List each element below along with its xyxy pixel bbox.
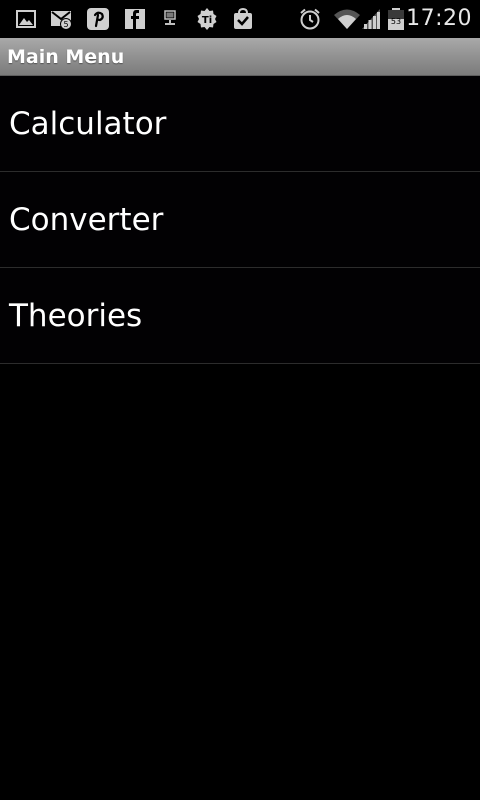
main-menu-list: Calculator Converter Theories: [0, 76, 480, 364]
clock: 17:20: [406, 6, 472, 31]
battery-icon: 53: [388, 8, 404, 30]
menu-item-theories[interactable]: Theories: [0, 268, 480, 364]
ti-app-icon: Ti: [197, 8, 217, 30]
menu-item-calculator[interactable]: Calculator: [0, 76, 480, 172]
menu-item-label: Calculator: [9, 106, 167, 142]
cell-signal-icon: [362, 9, 380, 29]
usb-debug-icon: [164, 10, 176, 25]
battery-level: 53: [391, 17, 401, 26]
gmail-icon: 5: [51, 11, 72, 30]
wifi-icon: [334, 9, 360, 29]
alarm-icon: [300, 8, 320, 30]
pinterest-icon: [87, 8, 109, 30]
title-bar: Main Menu: [0, 38, 480, 76]
menu-item-label: Theories: [9, 298, 143, 334]
gallery-icon: [16, 10, 36, 28]
menu-item-label: Converter: [9, 202, 164, 238]
page-title: Main Menu: [7, 46, 125, 68]
menu-item-converter[interactable]: Converter: [0, 172, 480, 268]
status-bar: 5 Ti 53 17:20: [0, 0, 480, 38]
svg-text:Ti: Ti: [202, 15, 212, 26]
store-download-icon: [234, 7, 252, 29]
notification-count: 5: [63, 20, 68, 29]
facebook-icon: [125, 9, 145, 29]
